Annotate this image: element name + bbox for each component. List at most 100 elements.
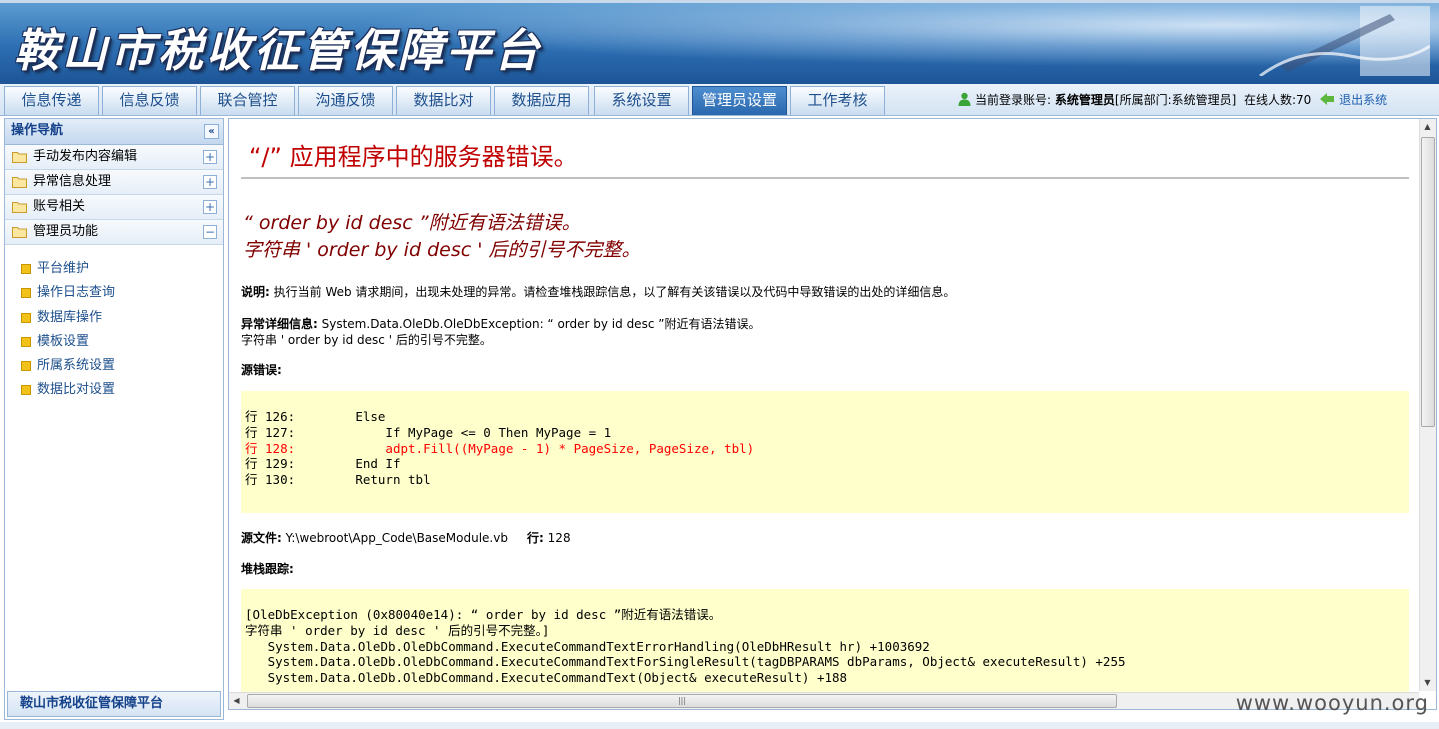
window-bottom-strip — [0, 722, 1439, 729]
logout-link[interactable]: 退出系统 — [1339, 93, 1387, 107]
main-content-frame: “/” 应用程序中的服务器错误。 “ order by id desc ”附近有… — [228, 118, 1437, 710]
sidebar: 操作导航 « 手动发布内容编辑 + 异常信息处理 + 账号相关 + 管理员功能 … — [4, 118, 224, 720]
sidebar-item-label[interactable]: 数据库操作 — [37, 310, 102, 325]
logout-icon[interactable] — [1319, 92, 1335, 106]
stack-line: [OleDbException (0x80040e14): “ order by… — [245, 607, 722, 622]
vertical-scroll-thumb[interactable] — [1421, 137, 1435, 427]
exception-details: 异常详细信息: System.Data.OleDb.OleDbException… — [241, 315, 760, 332]
vertical-scrollbar[interactable]: ▲ ▼ — [1419, 119, 1436, 691]
tab-info-feedback[interactable]: 信息反馈 — [102, 86, 197, 115]
sidebar-group-label: 异常信息处理 — [33, 174, 112, 189]
main-nav: 信息传递 信息反馈 联合管控 沟通反馈 数据比对 数据应用 系统设置 管理员设置… — [0, 84, 1439, 116]
description-text: 执行当前 Web 请求期间，出现未处理的异常。请检查堆栈跟踪信息，以了解有关该错… — [269, 285, 956, 299]
tab-info-transfer[interactable]: 信息传递 — [4, 86, 99, 115]
collapse-icon[interactable]: − — [203, 225, 217, 239]
bullet-icon — [21, 385, 31, 396]
bullet-icon — [21, 361, 31, 372]
stack-trace-label: 堆栈跟踪: — [241, 562, 294, 576]
sidebar-item-data-compare-settings[interactable]: 数据比对设置 — [5, 380, 223, 404]
exception-text: System.Data.OleDb.OleDbException: “ orde… — [317, 317, 761, 331]
sidebar-item-label[interactable]: 模板设置 — [37, 334, 89, 349]
source-code-block: 行 126: Else 行 127: If MyPage <= 0 Then My… — [241, 391, 1409, 513]
online-count: 在线人数:70 — [1243, 93, 1312, 107]
header-topline — [0, 0, 1439, 3]
scroll-down-icon[interactable]: ▼ — [1420, 675, 1435, 691]
collapse-sidebar-button[interactable]: « — [204, 124, 219, 139]
login-account-name: 系统管理员 — [1054, 93, 1115, 107]
exception-text-line2: 字符串 ' order by id desc ' 后的引号不完整。 — [241, 333, 492, 347]
stack-line: 字符串 ' order by id desc ' 后的引号不完整。] — [245, 622, 550, 638]
login-dept: [所属部门:系统管理员] — [1114, 93, 1237, 107]
tab-admin-settings[interactable]: 管理员设置 — [692, 86, 787, 115]
line-label: 行: — [527, 531, 544, 545]
sidebar-group-label: 账号相关 — [33, 199, 86, 214]
folder-icon — [12, 152, 27, 163]
error-title: “/” 应用程序中的服务器错误。 — [249, 143, 578, 171]
code-line: 行 126: Else — [245, 409, 386, 424]
stack-line: System.Data.OleDb.OleDbCommand.ExecuteCo… — [245, 654, 1126, 670]
bullet-icon — [21, 264, 31, 274]
tab-joint-control[interactable]: 联合管控 — [200, 86, 295, 115]
bullet-icon — [21, 336, 31, 347]
code-line: 行 127: If MyPage <= 0 Then MyPage = 1 — [245, 424, 612, 440]
sidebar-item-template-settings[interactable]: 模板设置 — [5, 332, 223, 356]
app-header: 鞍山市税收征管保障平台 — [0, 0, 1439, 84]
bullet-icon — [21, 312, 31, 323]
exception-label: 异常详细信息: — [241, 317, 318, 331]
scroll-up-icon[interactable]: ▲ — [1420, 119, 1435, 135]
error-heading-line2: 字符串 ' order by id desc ' 后的引号不完整。 — [243, 239, 641, 261]
line-number: 128 — [543, 531, 571, 545]
user-icon — [958, 92, 971, 106]
watermark: www.wooyun.org — [1235, 691, 1429, 715]
sidebar-group-label: 手动发布内容编辑 — [33, 149, 138, 164]
stack-line: System.Data.OleDb.OleDbCommand.ExecuteCo… — [245, 638, 930, 654]
code-line-highlighted: 行 128: adpt.Fill((MyPage - 1) * PageSize… — [245, 440, 755, 456]
description-label: 说明: — [241, 285, 270, 299]
sidebar-header: 操作导航 « — [5, 119, 223, 145]
expand-icon[interactable]: + — [203, 150, 217, 164]
tab-communication-feedback[interactable]: 沟通反馈 — [298, 86, 393, 115]
horizontal-scroll-thumb[interactable]: ||| — [247, 694, 1117, 708]
scroll-left-icon[interactable]: ◀ — [229, 693, 244, 709]
login-account-label: 当前登录账号: — [975, 93, 1052, 107]
pen-decoration-icon — [1259, 6, 1430, 76]
source-file-path: Y:\webroot\App_Code\BaseModule.vb — [281, 531, 508, 545]
source-file-label: 源文件: — [241, 531, 282, 545]
sidebar-item-system-belonging-settings[interactable]: 所属系统设置 — [5, 356, 223, 380]
sidebar-group-account[interactable]: 账号相关 + — [5, 195, 223, 220]
code-line: 行 129: End If — [245, 456, 401, 472]
expand-icon[interactable]: + — [203, 175, 217, 189]
bullet-icon — [21, 288, 31, 299]
sidebar-group-manual-publish[interactable]: 手动发布内容编辑 + — [5, 145, 223, 170]
tab-data-application[interactable]: 数据应用 — [494, 86, 589, 115]
sidebar-item-database-operations[interactable]: 数据库操作 — [5, 308, 223, 332]
error-heading-line1: “ order by id desc ”附近有语法错误。 — [243, 212, 581, 234]
sidebar-group-admin-functions[interactable]: 管理员功能 − — [5, 220, 223, 245]
app-title: 鞍山市税收征管保障平台 — [14, 24, 543, 77]
sidebar-title: 操作导航 — [11, 123, 64, 138]
source-error-label: 源错误: — [241, 363, 282, 377]
tab-work-assessment[interactable]: 工作考核 — [790, 86, 885, 115]
error-description: 说明: 执行当前 Web 请求期间，出现未处理的异常。请检查堆栈跟踪信息，以了解… — [241, 283, 955, 300]
tab-data-compare[interactable]: 数据比对 — [396, 86, 491, 115]
folder-icon — [12, 177, 27, 188]
sidebar-item-platform-maintenance[interactable]: 平台维护 — [5, 259, 223, 283]
folder-icon — [12, 227, 27, 238]
sidebar-item-label[interactable]: 数据比对设置 — [37, 382, 115, 397]
code-line: 行 130: Return tbl — [245, 472, 431, 488]
stack-line: System.Data.OleDb.OleDbCommand.ExecuteCo… — [245, 670, 848, 686]
expand-icon[interactable]: + — [203, 200, 217, 214]
sidebar-item-label[interactable]: 所属系统设置 — [37, 358, 115, 373]
admin-function-list: 平台维护 操作日志查询 数据库操作 模板设置 所属系统设置 数据比对设置 — [5, 245, 223, 405]
user-info: 当前登录账号: 系统管理员[所属部门:系统管理员] 在线人数:70 退出系统 — [958, 91, 1387, 108]
sidebar-footer: 鞍山市税收征管保障平台 — [7, 691, 221, 717]
sidebar-item-operation-log[interactable]: 操作日志查询 — [5, 283, 223, 307]
sidebar-item-label[interactable]: 操作日志查询 — [37, 285, 115, 300]
sidebar-group-exception-handling[interactable]: 异常信息处理 + — [5, 170, 223, 195]
title-divider — [241, 177, 1409, 179]
folder-icon — [12, 202, 27, 213]
sidebar-item-label[interactable]: 平台维护 — [37, 261, 89, 276]
sidebar-group-label: 管理员功能 — [33, 224, 99, 239]
source-file-line: 源文件: Y:\webroot\App_Code\BaseModule.vb 行… — [241, 529, 571, 546]
tab-system-settings[interactable]: 系统设置 — [594, 86, 689, 115]
